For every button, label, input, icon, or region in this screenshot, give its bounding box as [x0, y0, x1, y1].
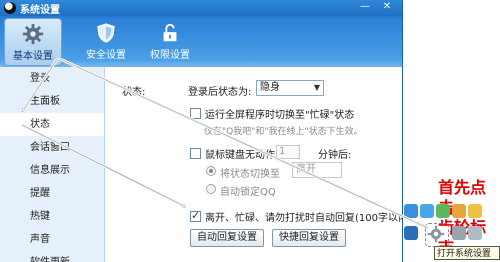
lock-icon — [163, 23, 177, 42]
auto-reply-label: 离开、忙碌、请勿打扰时自动回复(100字以内) — [205, 213, 403, 224]
idle-minutes-stepper[interactable]: 1 — [276, 145, 300, 159]
tab-security-settings[interactable]: 安全设置 — [78, 18, 134, 64]
switch-status-label: 将状态切换至 — [220, 169, 280, 180]
sidebar-item-hotkey[interactable]: 热键 — [0, 205, 104, 228]
app-icon[interactable] — [468, 226, 482, 240]
qq-icon[interactable] — [404, 226, 418, 240]
tab-basic-label: 基本设置 — [13, 51, 53, 62]
tray-tooltip: 打开系统设置 — [434, 246, 500, 260]
idle-minutes-value: 1 — [279, 146, 286, 157]
minutes-after-label: 分钟后: — [318, 150, 352, 161]
fullscreen-busy-hint: 仅在"Q我吧"和"我在线上"状态下生效。 — [204, 127, 363, 137]
tab-security-label: 安全设置 — [86, 50, 126, 61]
app-icon[interactable] — [452, 226, 466, 240]
sidebar-item-reminder[interactable]: 提醒 — [0, 182, 104, 205]
sidebar-item-info-display[interactable]: 信息展示 — [0, 159, 104, 182]
chevron-down-icon: ▼ — [313, 83, 320, 92]
auto-reply-checkbox[interactable] — [190, 209, 201, 222]
tab-permission-settings[interactable]: 权限设置 — [142, 18, 198, 64]
after-login-label: 登录后状态为: — [188, 87, 252, 98]
switch-status-select[interactable]: 离开 — [292, 162, 342, 178]
sidebar-item-chat-window[interactable]: 会话窗口 — [0, 136, 104, 159]
tab-permission-label: 权限设置 — [150, 50, 190, 61]
after-login-status-select[interactable]: 隐身 ▼ — [256, 80, 324, 96]
sidebar-item-sound[interactable]: 声音 — [0, 228, 104, 251]
tab-basic-settings[interactable]: 基本设置 — [4, 18, 62, 66]
sidebar-item-status[interactable]: 状态 — [0, 113, 104, 136]
settings-toolbar: 基本设置 安全设置 权限设置 — [0, 18, 402, 66]
title-bar: 系统设置 — ✕ — [0, 0, 402, 16]
quick-reply-settings-button[interactable]: 快捷回复设置 — [272, 229, 346, 247]
fullscreen-busy-checkbox[interactable] — [190, 108, 201, 119]
after-login-status-value: 隐身 — [260, 82, 280, 93]
settings-content: 登录 主面板 状态 会话窗口 信息展示 提醒 热键 声音 软件更新 状态: 登录… — [0, 66, 402, 262]
status-panel: 状态: 登录后状态为: 隐身 ▼ 运行全屏程序时切换至"忙碌"状态 仅在"Q我吧… — [104, 67, 402, 262]
status-section-label: 状态: — [122, 87, 146, 98]
settings-sidebar: 登录 主面板 状态 会话窗口 信息展示 提醒 热键 声音 软件更新 — [0, 67, 105, 262]
switch-status-value: 离开 — [296, 164, 316, 175]
minimize-button[interactable]: — — [356, 1, 374, 14]
switch-status-radio[interactable] — [206, 166, 216, 176]
idle-label: 鼠标键盘无动作 — [205, 150, 275, 161]
gear-highlight-box — [425, 223, 449, 247]
window-title: 系统设置 — [20, 5, 60, 16]
gear-icon — [22, 23, 44, 45]
sidebar-item-software-update[interactable]: 软件更新 — [0, 251, 104, 262]
auto-lock-label: 自动锁定QQ — [220, 187, 276, 198]
qq-penguin-icon — [4, 2, 16, 14]
auto-reply-settings-button[interactable]: 自动回复设置 — [190, 229, 264, 247]
shield-icon — [97, 23, 115, 43]
app-icon[interactable] — [420, 204, 434, 218]
app-icon[interactable] — [404, 204, 418, 218]
idle-checkbox[interactable] — [190, 148, 201, 159]
app-icon[interactable] — [452, 204, 466, 218]
sidebar-item-main-panel[interactable]: 主面板 — [0, 90, 104, 113]
settings-window: 系统设置 — ✕ 基本设置 安全设置 权限设置 登录 主面板 状态 会话窗口 信… — [0, 0, 403, 262]
tray-icons-row-1 — [404, 204, 482, 218]
close-button[interactable]: ✕ — [378, 1, 396, 14]
app-icon[interactable] — [468, 204, 482, 218]
sidebar-item-login[interactable]: 登录 — [0, 67, 104, 90]
auto-lock-radio[interactable] — [206, 184, 216, 194]
app-icon[interactable] — [436, 204, 450, 218]
fullscreen-busy-label: 运行全屏程序时切换至"忙碌"状态 — [205, 110, 355, 121]
